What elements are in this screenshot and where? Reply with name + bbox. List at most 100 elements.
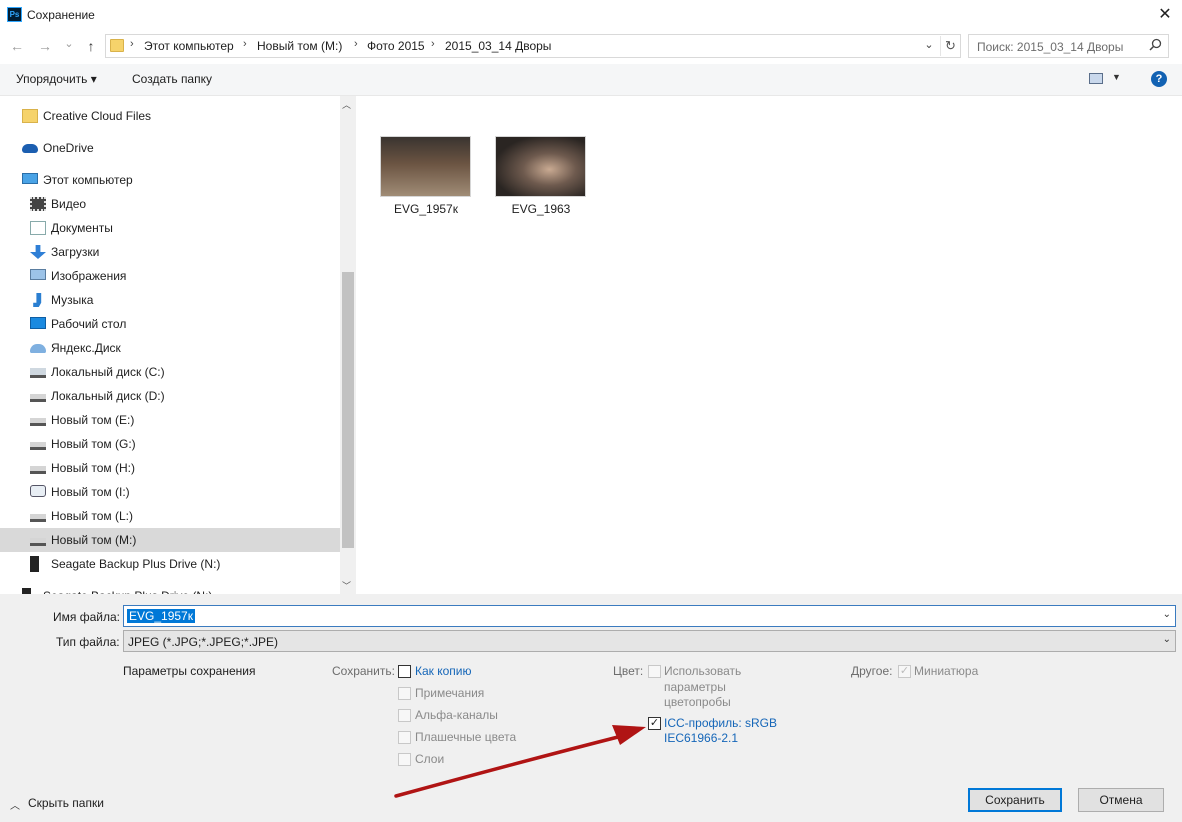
- music-icon: [33, 293, 42, 307]
- sidebar-item[interactable]: Видео: [0, 192, 340, 216]
- icc-profile-checkbox[interactable]: ✓: [648, 717, 661, 730]
- breadcrumb-drive-m[interactable]: Новый том (M:): [257, 39, 342, 53]
- back-button[interactable]: ←: [8, 36, 26, 56]
- file-name[interactable]: EVG_1957к: [376, 202, 476, 216]
- optical-drive-icon: [30, 485, 46, 497]
- sidebar-item-label: Creative Cloud Files: [43, 109, 152, 123]
- sidebar-item[interactable]: Документы: [0, 216, 340, 240]
- folder-icon: [110, 39, 124, 52]
- address-dropdown-icon[interactable]: ⌄: [922, 38, 936, 51]
- drive-icon: [30, 538, 46, 546]
- sidebar-item[interactable]: Рабочий стол: [0, 312, 340, 336]
- sidebar-item[interactable]: Seagate Backup Plus Drive (N:): [0, 552, 340, 576]
- close-button[interactable]: ✕: [1150, 2, 1180, 28]
- cloud-files-icon: [22, 109, 38, 123]
- sidebar-item[interactable]: Seagate Backup Plus Drive (N:): [0, 584, 340, 594]
- as-copy-checkbox[interactable]: [398, 665, 411, 678]
- as-copy-label[interactable]: Как копию: [415, 664, 472, 678]
- hide-folders-button[interactable]: Скрыть папки: [28, 796, 104, 810]
- file-list: EVG_1957к EVG_1963: [357, 96, 1182, 594]
- search-input[interactable]: Поиск: 2015_03_14 Дворы: [977, 40, 1123, 54]
- window-title: Сохранение: [27, 8, 95, 22]
- file-thumbnail[interactable]: [495, 136, 586, 197]
- save-options-heading: Параметры сохранения: [123, 664, 256, 678]
- file-name[interactable]: EVG_1963: [491, 202, 591, 216]
- spot-colors-checkbox: [398, 731, 411, 744]
- recent-locations-button[interactable]: ⌄: [62, 34, 76, 54]
- cancel-button[interactable]: Отмена: [1078, 788, 1164, 812]
- sidebar-item[interactable]: Музыка: [0, 288, 340, 312]
- onedrive-icon: [22, 144, 38, 153]
- icc-profile-name[interactable]: IEC61966-2.1: [664, 731, 738, 745]
- sidebar-item[interactable]: Локальный диск (C:): [0, 360, 340, 384]
- sidebar-item[interactable]: Новый том (H:): [0, 456, 340, 480]
- sidebar-item[interactable]: Новый том (M:): [0, 528, 340, 552]
- sidebar-item-label: Загрузки: [51, 245, 100, 259]
- breadcrumb-current-folder[interactable]: 2015_03_14 Дворы: [445, 39, 551, 53]
- external-drive-icon: [30, 556, 39, 572]
- view-dropdown-icon[interactable]: ▼: [1112, 72, 1121, 82]
- refresh-icon[interactable]: ↻: [940, 36, 960, 56]
- sidebar-scroll-thumb[interactable]: [342, 272, 354, 548]
- proof-label-line3: цветопробы: [664, 695, 731, 709]
- filename-input[interactable]: EVG_1957к: [127, 609, 195, 623]
- icc-profile-label[interactable]: ICC-профиль: sRGB: [664, 716, 777, 730]
- scroll-down-icon[interactable]: ﹀: [342, 579, 351, 592]
- breadcrumb-separator[interactable]: ›: [431, 38, 435, 50]
- other-group-label: Другое:: [851, 664, 893, 678]
- sidebar-item-label: Новый том (G:): [51, 437, 136, 451]
- sidebar-item[interactable]: Creative Cloud Files: [0, 104, 340, 128]
- address-bar[interactable]: › Этот компьютер › Новый том (M:) › Фото…: [105, 34, 961, 58]
- save-group-label: Сохранить:: [332, 664, 395, 678]
- filename-dropdown-icon[interactable]: ⌄: [1163, 609, 1171, 620]
- sidebar-item[interactable]: Загрузки: [0, 240, 340, 264]
- sidebar-item[interactable]: Локальный диск (D:): [0, 384, 340, 408]
- organize-button[interactable]: Упорядочить ▾: [16, 72, 97, 86]
- sidebar-item[interactable]: Яндекс.Диск: [0, 336, 340, 360]
- thumbnail-checkbox: ✓: [898, 665, 911, 678]
- notes-checkbox: [398, 687, 411, 700]
- filename-field[interactable]: EVG_1957к ⌄: [123, 605, 1176, 627]
- help-icon[interactable]: ?: [1151, 71, 1167, 87]
- sidebar-item[interactable]: Этот компьютер: [0, 168, 340, 192]
- breadcrumb-separator[interactable]: ›: [243, 38, 247, 50]
- breadcrumb-separator[interactable]: ›: [130, 38, 134, 50]
- computer-icon: [22, 173, 38, 184]
- sidebar-item[interactable]: Изображения: [0, 264, 340, 288]
- breadcrumb-photo-2015[interactable]: Фото 2015: [367, 39, 425, 53]
- view-mode-icon[interactable]: [1089, 73, 1103, 84]
- filetype-label: Тип файла:: [56, 635, 120, 649]
- images-icon: [30, 269, 46, 280]
- search-icon[interactable]: [1149, 38, 1162, 54]
- drive-icon: [30, 418, 46, 426]
- breadcrumb-computer[interactable]: Этот компьютер: [144, 39, 234, 53]
- sidebar-item-label: Seagate Backup Plus Drive (N:): [51, 557, 221, 571]
- command-bar: Упорядочить ▾ Создать папку ▼: [0, 64, 1182, 96]
- sidebar-item-label: Новый том (E:): [51, 413, 135, 427]
- sidebar-item[interactable]: Новый том (L:): [0, 504, 340, 528]
- forward-button[interactable]: →: [36, 36, 54, 56]
- chevron-up-icon[interactable]: ︿: [10, 797, 20, 812]
- scroll-up-icon[interactable]: ︿: [342, 98, 351, 111]
- color-group-label: Цвет:: [613, 664, 644, 678]
- video-icon: [30, 197, 46, 211]
- spot-colors-label: Плашечные цвета: [415, 730, 517, 744]
- breadcrumb-separator[interactable]: ›: [354, 38, 358, 50]
- sidebar-item-label: Документы: [51, 221, 113, 235]
- search-box[interactable]: Поиск: 2015_03_14 Дворы: [968, 34, 1169, 58]
- sidebar-item-label: Новый том (I:): [51, 485, 130, 499]
- filetype-value[interactable]: JPEG (*.JPG;*.JPEG;*.JPE): [128, 635, 278, 649]
- sidebar-item-label: Рабочий стол: [51, 317, 127, 331]
- downloads-icon: [30, 245, 46, 259]
- alpha-channels-label: Альфа-каналы: [415, 708, 498, 722]
- sidebar-item[interactable]: OneDrive: [0, 136, 340, 160]
- filetype-dropdown-icon[interactable]: ⌄: [1163, 634, 1171, 645]
- up-button[interactable]: ↑: [82, 36, 100, 56]
- sidebar-item[interactable]: Новый том (G:): [0, 432, 340, 456]
- sidebar-item[interactable]: Новый том (E:): [0, 408, 340, 432]
- sidebar-item[interactable]: Новый том (I:): [0, 480, 340, 504]
- file-thumbnail[interactable]: [380, 136, 471, 197]
- filetype-select[interactable]: JPEG (*.JPG;*.JPEG;*.JPE) ⌄: [123, 630, 1176, 652]
- new-folder-button[interactable]: Создать папку: [132, 72, 212, 86]
- save-button[interactable]: Сохранить: [968, 788, 1062, 812]
